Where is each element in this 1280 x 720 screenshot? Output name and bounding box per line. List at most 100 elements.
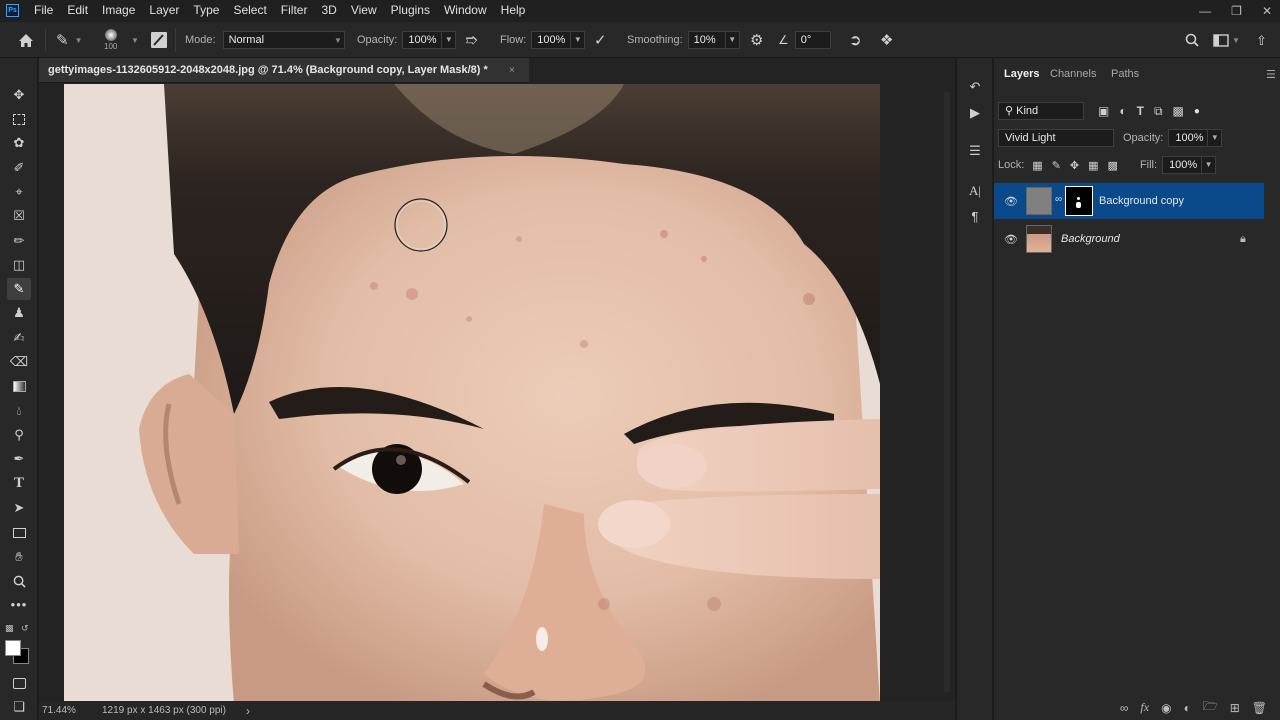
frame-tool[interactable]: ☒ — [7, 205, 31, 227]
layer-filter-select[interactable]: ⚲ Kind — [998, 102, 1084, 120]
brush-picker-chevron[interactable]: ▼ — [131, 22, 139, 58]
lock-transparent-icon[interactable]: ▦ — [1032, 159, 1042, 172]
clone-stamp-tool[interactable]: ♟ — [7, 302, 31, 324]
fx-icon[interactable]: fx — [1140, 700, 1149, 715]
menu-file[interactable]: File — [27, 0, 60, 21]
new-layer-icon[interactable]: ⊞ — [1230, 701, 1240, 715]
document-tab[interactable]: gettyimages-1132605912-2048x2048.jpg @ 7… — [39, 58, 529, 83]
layer-background-copy[interactable]: 👁︎ ∞ Background copy — [994, 183, 1264, 219]
share-button[interactable]: ⇧ — [1256, 22, 1267, 58]
filter-smart-object-icon[interactable]: ▩ — [1173, 104, 1184, 118]
blend-mode-select[interactable]: Vivid Light — [998, 129, 1114, 147]
fill-dropdown[interactable]: ▼ — [1202, 156, 1217, 174]
mask-link-icon[interactable]: ∞ — [1055, 194, 1062, 205]
marquee-tool[interactable] — [7, 108, 31, 130]
default-colors-icon[interactable]: ▩ — [5, 623, 14, 634]
menu-edit[interactable]: Edit — [60, 0, 95, 21]
history-brush-tool[interactable]: ✍ — [7, 327, 31, 349]
zoom-level[interactable]: 71.44% — [42, 705, 90, 716]
layer-opacity-dropdown[interactable]: ▼ — [1208, 129, 1223, 147]
tool-preset-picker[interactable]: ✎ ▼ — [56, 22, 83, 58]
new-group-icon[interactable]: 🗁︎ — [1203, 697, 1218, 718]
lock-artboard-icon[interactable]: ▦ — [1088, 159, 1098, 172]
visibility-eye-icon[interactable]: 👁︎ — [1004, 195, 1018, 208]
minimize-icon[interactable]: — — [1199, 4, 1211, 18]
layer-opacity-field[interactable]: 100% — [1168, 129, 1209, 147]
menu-3d[interactable]: 3D — [314, 0, 343, 21]
menu-type[interactable]: Type — [186, 0, 226, 21]
filter-shape-icon[interactable]: ⧉ — [1154, 104, 1163, 119]
spot-healing-tool[interactable]: ◫ — [7, 254, 31, 276]
filter-pixel-icon[interactable]: ▣ — [1098, 104, 1109, 118]
adjustment-layer-icon[interactable]: ◐ — [1184, 701, 1191, 715]
path-selection-tool[interactable]: ➤ — [7, 497, 31, 519]
smoothing-field[interactable]: 10% — [687, 31, 726, 49]
edit-toolbar-button[interactable]: ••• — [7, 594, 31, 616]
brush-tool[interactable]: ✎ — [7, 278, 31, 300]
opacity-field[interactable]: 100% — [402, 31, 443, 49]
zoom-tool[interactable] — [7, 570, 31, 592]
screen-mode-button[interactable]: ❏ — [7, 696, 31, 718]
tab-channels[interactable]: Channels — [1050, 68, 1096, 80]
smoothing-dropdown[interactable]: ▼ — [725, 31, 740, 49]
tab-layers[interactable]: Layers — [1004, 68, 1039, 80]
visibility-eye-icon[interactable]: 👁︎ — [1004, 233, 1018, 246]
pen-tool[interactable]: ✒ — [7, 448, 31, 470]
scroll-thumb[interactable] — [944, 92, 950, 692]
search-button[interactable] — [1185, 22, 1199, 58]
dodge-tool[interactable]: ⚲ — [7, 424, 31, 446]
rectangle-tool[interactable] — [7, 521, 31, 543]
gradient-tool[interactable] — [7, 375, 31, 397]
lasso-tool[interactable]: ✿ — [7, 132, 31, 154]
status-menu-arrow[interactable]: › — [246, 704, 250, 718]
menu-help[interactable]: Help — [494, 0, 533, 21]
menu-image[interactable]: Image — [95, 0, 142, 21]
filter-type-icon[interactable]: T — [1137, 104, 1144, 118]
filter-adjustment-icon[interactable]: ◐ — [1119, 104, 1126, 118]
home-button[interactable] — [18, 22, 34, 58]
eyedropper-tool[interactable]: ✏ — [7, 230, 31, 252]
quick-selection-tool[interactable]: ✐ — [7, 157, 31, 179]
close-icon[interactable]: ✕ — [1262, 4, 1272, 18]
move-tool[interactable]: ✥ — [7, 84, 31, 106]
lock-all-icon[interactable]: ▩ — [1108, 159, 1118, 172]
filter-toggle-icon[interactable]: ● — [1194, 106, 1200, 117]
layer-mask-thumbnail[interactable] — [1065, 186, 1093, 216]
airbrush-button[interactable]: ✓ — [594, 22, 607, 58]
mode-select[interactable]: Normal — [222, 31, 345, 49]
opacity-dropdown[interactable]: ▼ — [442, 31, 457, 49]
close-document-icon[interactable]: × — [509, 58, 515, 83]
angle-field[interactable]: 0° — [794, 31, 831, 49]
menu-layer[interactable]: Layer — [142, 0, 186, 21]
pressure-size-button[interactable]: ➲ — [849, 22, 862, 58]
smoothing-options-button[interactable]: ⚙ — [750, 22, 763, 58]
paragraph-panel-button[interactable]: ¶ — [966, 208, 984, 226]
menu-view[interactable]: View — [344, 0, 384, 21]
symmetry-button[interactable]: ❖ — [880, 22, 893, 58]
panel-menu-icon[interactable]: ☰ — [1266, 68, 1276, 81]
flow-field[interactable]: 100% — [531, 31, 572, 49]
lock-position-icon[interactable]: ✥ — [1070, 159, 1079, 172]
swap-colors-icon[interactable]: ↺ — [21, 623, 29, 634]
flow-dropdown[interactable]: ▼ — [571, 31, 586, 49]
blur-tool[interactable]: 💧︎ — [7, 400, 31, 422]
foreground-color-swatch[interactable] — [5, 640, 21, 656]
add-mask-icon[interactable]: ◉ — [1161, 701, 1171, 715]
menu-plugins[interactable]: Plugins — [384, 0, 437, 21]
trash-icon[interactable]: 🗑︎ — [1252, 701, 1267, 715]
fill-field[interactable]: 100% — [1162, 156, 1203, 174]
image-canvas[interactable] — [64, 84, 880, 704]
tab-paths[interactable]: Paths — [1111, 68, 1139, 80]
eraser-tool[interactable]: ⌫ — [7, 351, 31, 373]
character-panel-button[interactable]: A| — [966, 182, 984, 200]
actions-panel-button[interactable]: ▶ — [966, 104, 984, 122]
type-tool[interactable]: T — [7, 472, 31, 494]
crop-tool[interactable]: ⌖ — [7, 181, 31, 203]
quick-mask-button[interactable] — [7, 672, 31, 694]
hand-tool[interactable]: ✋︎ — [7, 546, 31, 568]
lock-pixels-icon[interactable]: ✎ — [1052, 159, 1061, 172]
brush-settings-button[interactable] — [150, 22, 168, 58]
restore-icon[interactable]: ❐ — [1231, 4, 1242, 18]
vertical-scrollbar[interactable] — [941, 84, 953, 704]
link-layers-icon[interactable]: ∞ — [1120, 701, 1129, 715]
